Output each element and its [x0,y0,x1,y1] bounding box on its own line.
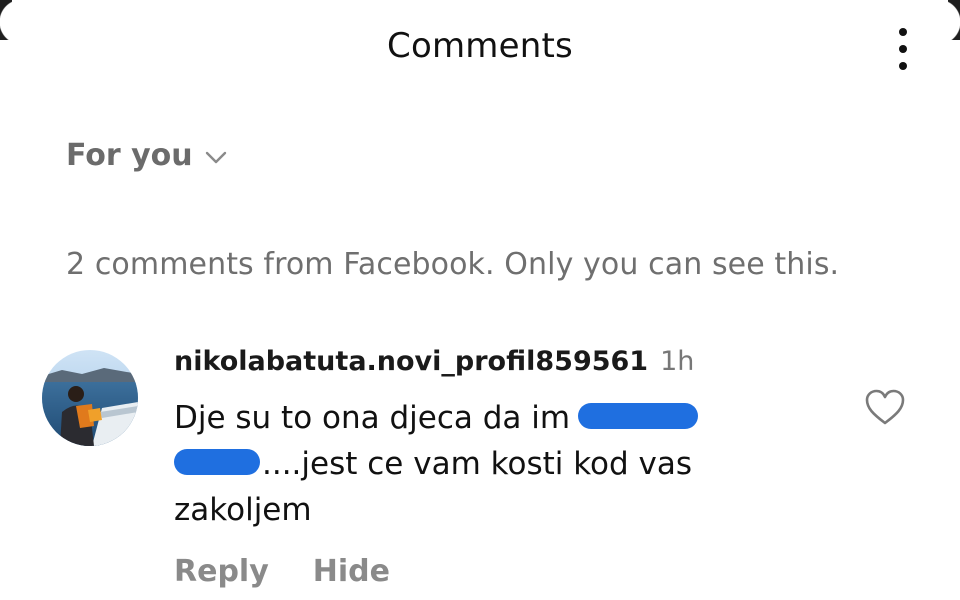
chevron-down-icon [205,151,226,163]
comments-sheet: Comments For you 2 comments from Faceboo… [0,0,960,600]
filter-label: For you [66,138,193,173]
sheet-title: Comments [387,26,573,66]
comment-text-part3: zakoljem [174,492,312,528]
comment-username[interactable]: nikolabatuta.novi_profil859561 [174,346,648,377]
sort-filter-dropdown[interactable]: For you [66,138,227,173]
comment-timestamp: 1h [660,346,695,377]
comment-text-part2: ....jest ce vam kosti kod vas [262,446,693,482]
redaction-mark [174,448,260,475]
comment-actions: Reply Hide [174,554,390,589]
comment-item: nikolabatuta.novi_profil859561 1h Dje su… [174,346,814,533]
facebook-comments-notice: 2 comments from Facebook. Only you can s… [66,247,840,282]
avatar[interactable] [42,350,138,446]
more-vertical-icon[interactable] [896,28,910,70]
reply-button[interactable]: Reply [174,554,269,589]
profile-photo [42,350,138,446]
redaction-mark [578,402,699,429]
hide-button[interactable]: Hide [313,554,390,589]
comment-meta: nikolabatuta.novi_profil859561 1h [174,346,814,377]
comment-text: Dje su to ona djeca da im ....jest ce va… [174,395,814,533]
heart-outline-icon[interactable] [864,388,906,426]
comment-text-part1: Dje su to ona djeca da im [174,400,571,436]
